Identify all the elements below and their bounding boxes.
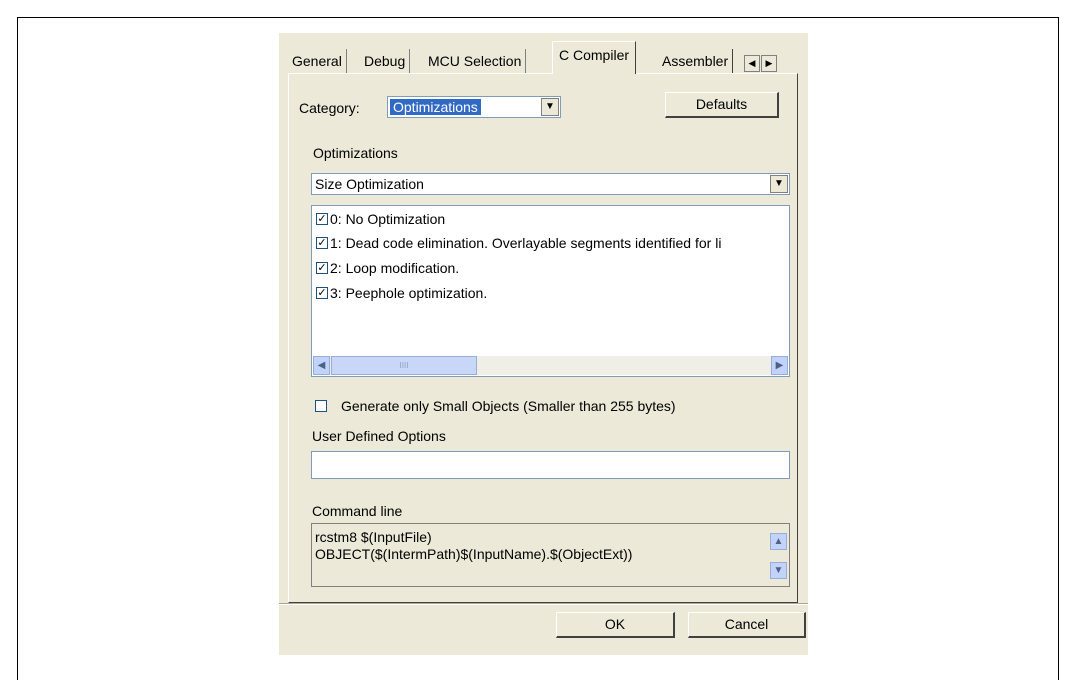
chevron-down-icon[interactable]: ▼ (541, 98, 559, 116)
tab-strip: General Debug MCU Selection C Compiler A… (288, 41, 777, 74)
optimizations-label: Optimizations (313, 145, 398, 161)
user-options-label: User Defined Options (312, 428, 446, 444)
scroll-thumb[interactable]: IIII (331, 356, 477, 375)
list-item-label: 2: Loop modification. (330, 260, 460, 276)
arrow-left-icon[interactable]: ◀ (744, 55, 760, 72)
list-item[interactable]: ✓ 2: Loop modification. (316, 258, 459, 278)
scroll-up-icon[interactable]: ▲ (770, 533, 787, 550)
footer-divider (279, 603, 808, 605)
command-line-text: OBJECT($(IntermPath)$(InputName).$(Objec… (315, 546, 633, 562)
scroll-right-icon[interactable]: ▶ (771, 356, 788, 375)
list-item[interactable]: ✓ 0: No Optimization (316, 209, 445, 229)
list-item[interactable]: ✓ 3: Peephole optimization. (316, 283, 487, 303)
optimization-mode-value: Size Optimization (315, 176, 424, 192)
list-item-label: 3: Peephole optimization. (330, 285, 488, 301)
optimization-mode-select[interactable]: Size Optimization ▼ (311, 173, 790, 195)
tab-assembler[interactable]: Assembler (658, 49, 734, 73)
chevron-down-icon[interactable]: ▼ (770, 175, 788, 193)
category-value: Optimizations (390, 99, 481, 115)
checkbox[interactable]: ✓ (316, 262, 328, 274)
tab-mcu-selection[interactable]: MCU Selection (424, 49, 527, 73)
compiler-settings-dialog: General Debug MCU Selection C Compiler A… (279, 33, 808, 655)
checkbox[interactable]: ✓ (316, 237, 328, 249)
list-item-label: 1: Dead code elimination. Overlayable se… (330, 235, 722, 251)
cancel-button[interactable]: Cancel (688, 612, 806, 638)
user-options-input[interactable] (311, 451, 790, 479)
ok-button[interactable]: OK (556, 612, 675, 638)
scroll-down-icon[interactable]: ▼ (770, 562, 787, 579)
command-line-text: rcstm8 $(InputFile) (315, 529, 432, 545)
category-label: Category: (299, 100, 360, 116)
horizontal-scrollbar[interactable]: ◀ IIII ▶ (313, 356, 788, 375)
tab-c-compiler[interactable]: C Compiler (552, 41, 637, 74)
command-line-box: rcstm8 $(InputFile) OBJECT($(IntermPath)… (311, 523, 790, 587)
list-item-label: 0: No Optimization (330, 211, 446, 227)
list-item[interactable]: ✓ 1: Dead code elimination. Overlayable … (316, 233, 721, 253)
small-objects-checkbox[interactable] (315, 400, 327, 412)
defaults-button[interactable]: Defaults (665, 92, 779, 118)
checkbox[interactable]: ✓ (316, 287, 328, 299)
arrow-right-icon[interactable]: ▶ (761, 55, 777, 72)
checkbox[interactable]: ✓ (316, 213, 328, 225)
command-line-label: Command line (312, 503, 403, 519)
scroll-left-icon[interactable]: ◀ (313, 356, 330, 375)
small-objects-option[interactable]: Generate only Small Objects (Smaller tha… (315, 396, 676, 416)
tab-debug[interactable]: Debug (360, 49, 411, 73)
category-select[interactable]: Optimizations ▼ (387, 96, 561, 118)
tab-general[interactable]: General (288, 49, 347, 73)
small-objects-label: Generate only Small Objects (Smaller tha… (341, 398, 676, 414)
optimization-list[interactable]: ✓ 0: No Optimization ✓ 1: Dead code elim… (311, 205, 790, 377)
